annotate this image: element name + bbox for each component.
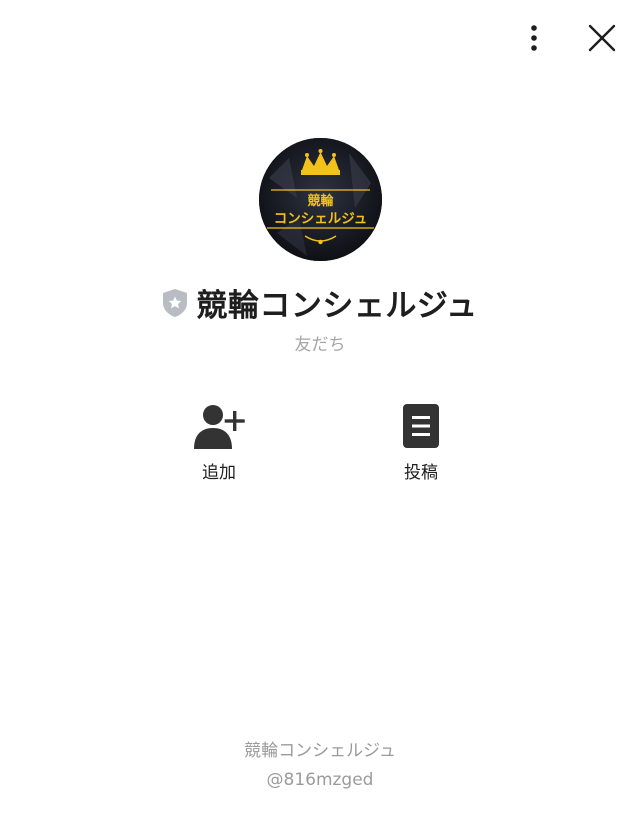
svg-text:競輪: 競輪 bbox=[307, 193, 334, 209]
profile-avatar[interactable]: 競輪 コンシェルジュ bbox=[259, 138, 382, 261]
friend-status: 友だち bbox=[294, 335, 346, 355]
post-icon bbox=[403, 404, 439, 448]
more-vertical-icon bbox=[531, 25, 537, 51]
add-friend-label: 追加 bbox=[202, 463, 236, 483]
top-bar bbox=[516, 18, 620, 58]
add-friend-icon bbox=[194, 405, 245, 449]
add-friend-button[interactable]: 追加 bbox=[159, 402, 279, 483]
profile-name: 競輪コンシェルジュ bbox=[196, 288, 478, 324]
footer-account-name: 競輪コンシェルジュ bbox=[244, 741, 396, 761]
post-button[interactable]: 投稿 bbox=[361, 402, 481, 483]
close-button[interactable] bbox=[584, 20, 620, 56]
footer-account-id: @816mzged bbox=[266, 770, 374, 790]
post-label: 投稿 bbox=[404, 463, 438, 483]
more-menu-button[interactable] bbox=[516, 20, 552, 56]
profile-name-row: 競輪コンシェルジュ bbox=[0, 280, 640, 325]
svg-text:コンシェルジュ: コンシェルジュ bbox=[274, 211, 368, 227]
avatar-logo-image: 競輪 コンシェルジュ bbox=[259, 138, 382, 261]
shield-star-icon bbox=[163, 288, 188, 317]
close-icon bbox=[588, 24, 616, 52]
